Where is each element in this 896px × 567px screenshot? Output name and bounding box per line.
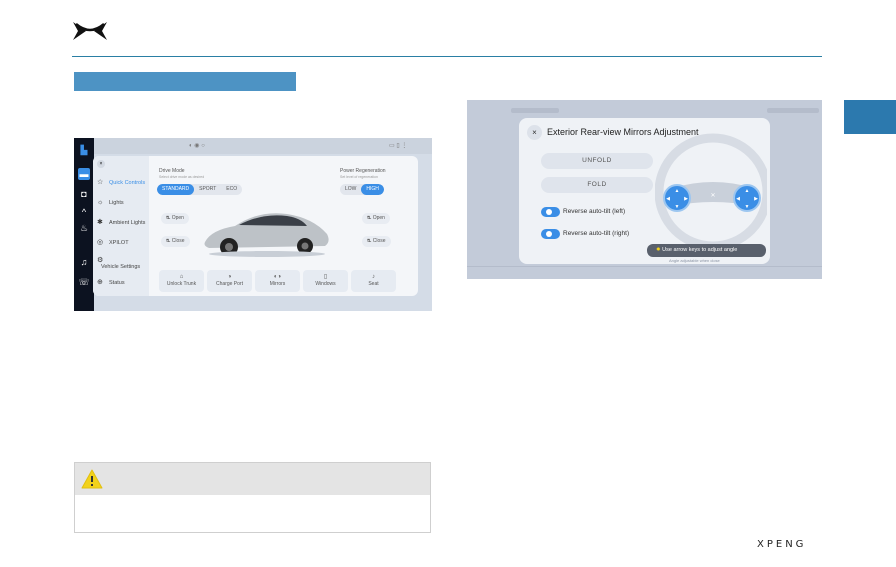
star-icon: ☆ (97, 179, 104, 186)
tile-unlock-trunk[interactable]: ⌂ Unlock Trunk (159, 270, 204, 292)
drive-mode-selector[interactable]: STANDARD SPORT ECO (157, 184, 243, 195)
drive-mode-eco[interactable]: ECO (221, 184, 242, 195)
reverse-tilt-right-toggle[interactable] (541, 229, 560, 239)
tile-windows[interactable]: ▯ Windows (303, 270, 348, 292)
svg-text:✕: ✕ (710, 193, 715, 199)
reverse-tilt-left-toggle[interactable] (541, 207, 560, 217)
svg-text:◀: ◀ (736, 196, 740, 202)
svg-text:▲: ▲ (745, 188, 750, 194)
ambient-light-icon: ✱ (97, 219, 103, 226)
section-heading-bar (74, 72, 296, 91)
quick-controls-panel: × ☆ Quick Controls ☼ Lights ✱ Ambient Light… (93, 156, 418, 296)
svg-text:▶: ▶ (684, 196, 688, 202)
tile-mirrors[interactable]: ◐◑ Mirrors (255, 270, 300, 292)
regen-title: Power Regeneration (340, 168, 386, 174)
car-icon[interactable]: ▬ (78, 168, 90, 180)
unfold-button[interactable]: UNFOLD (541, 153, 653, 169)
home-icon[interactable]: ▙ (78, 144, 90, 156)
trunk-icon: ⌂ (179, 274, 184, 280)
car-image (204, 213, 329, 257)
svg-text:▼: ▼ (675, 204, 680, 210)
vehicle-nav-rail: ▙ ▬ ◘ ^ ♨ ♫ ☏ (74, 138, 94, 311)
chapter-tab (844, 100, 896, 134)
tile-seat[interactable]: ♪ Seat (351, 270, 396, 292)
drive-mode-title: Drive Mode (159, 168, 185, 174)
regen-subtitle: Set level of regeneration (340, 175, 378, 179)
status-right-icons: ▭ ▯ ⋮ (389, 143, 408, 149)
trunk-open-button[interactable]: ⛐ Open (362, 213, 390, 224)
mirror-dialog: × Exterior Rear-view Mirrors Adjustment … (519, 118, 770, 264)
status-icon: ⊕ (97, 279, 103, 286)
light-icon: ☼ (97, 199, 104, 206)
climate-icon[interactable]: ♨ (78, 222, 90, 234)
mirror-icon: ◐◑ (273, 274, 282, 280)
svg-text:◀: ◀ (666, 196, 670, 202)
svg-text:▶: ▶ (754, 196, 758, 202)
drive-mode-subtitle: Select drive mode as desired (159, 175, 205, 179)
background-divider (467, 266, 822, 267)
warning-header (75, 463, 430, 495)
close-button[interactable]: × (527, 125, 542, 140)
svg-text:▲: ▲ (675, 188, 680, 194)
brand-wordmark: XPENG (757, 539, 807, 550)
reverse-tilt-left-label: Reverse auto-tilt (left) (563, 208, 626, 215)
frunk-open-button[interactable]: ⛐ Open (161, 213, 189, 224)
trunk-close-button[interactable]: ⛐ Close (362, 236, 391, 247)
menu-item-status[interactable]: ⊕ Status (97, 279, 147, 286)
xpilot-icon: ◎ (97, 239, 104, 246)
phone-icon[interactable]: ☏ (78, 276, 90, 288)
seat-icon: ♪ (372, 274, 375, 280)
svg-text:▼: ▼ (745, 204, 750, 210)
menu-item-quick-controls[interactable]: ☆ Quick Controls (97, 179, 147, 186)
fan-icon[interactable]: ^ (78, 206, 90, 218)
background-label (511, 108, 559, 113)
mirror-adjustment-screenshot: × Exterior Rear-view Mirrors Adjustment … (467, 100, 822, 279)
frunk-close-button[interactable]: ⛐ Close (161, 236, 190, 247)
warning-box (74, 462, 431, 533)
adjust-subhint: Angle adjustable when close (669, 258, 720, 263)
drive-mode-standard[interactable]: STANDARD (157, 184, 195, 195)
music-icon[interactable]: ♫ (78, 256, 90, 268)
status-icons: ◐ ◉ ○ (189, 143, 205, 149)
quick-controls-screenshot: ◐ ◉ ○ ▭ ▯ ⋮ ▙ ▬ ◘ ^ ♨ ♫ ☏ × ☆ Quick Contr… (74, 138, 432, 311)
regen-low[interactable]: LOW (340, 184, 361, 195)
menu-item-lights[interactable]: ☼ Lights (97, 199, 147, 206)
close-icon[interactable]: × (97, 160, 105, 168)
settings-menu: × ☆ Quick Controls ☼ Lights ✱ Ambient Light… (93, 156, 149, 296)
camera-icon[interactable]: ◘ (78, 188, 90, 200)
menu-item-ambient-lights[interactable]: ✱ Ambient Lights (97, 219, 147, 226)
menu-item-vehicle-settings[interactable]: ⚙Vehicle Settings (97, 257, 147, 271)
status-bar: ◐ ◉ ○ ▭ ▯ ⋮ (94, 138, 432, 154)
fold-button[interactable]: FOLD (541, 177, 653, 193)
warning-icon (81, 469, 103, 489)
background-label (767, 108, 819, 113)
regen-selector[interactable]: LOW HIGH (340, 184, 384, 195)
charge-icon: ◑ (227, 274, 232, 280)
window-icon: ▯ (323, 274, 328, 280)
reverse-tilt-right-label: Reverse auto-tilt (right) (563, 230, 630, 237)
header-rule (72, 56, 822, 57)
xpeng-logo-icon (73, 22, 107, 40)
drive-mode-sport[interactable]: SPORT (194, 184, 221, 195)
menu-item-xpilot[interactable]: ◎ XPILOT (97, 239, 147, 246)
adjust-hint-tooltip: ✹ Use arrow keys to adjust angle (647, 244, 766, 257)
close-icon: × (532, 128, 537, 137)
settings-icon: ⚙ (97, 257, 104, 264)
mirror-steering-wheel-graphic: ✕ ▲ ▼ ◀ ▶ ▲ ▼ ◀ ▶ (655, 133, 767, 246)
tile-charge-port[interactable]: ◑ Charge Port (207, 270, 252, 292)
regen-high[interactable]: HIGH (361, 184, 384, 195)
